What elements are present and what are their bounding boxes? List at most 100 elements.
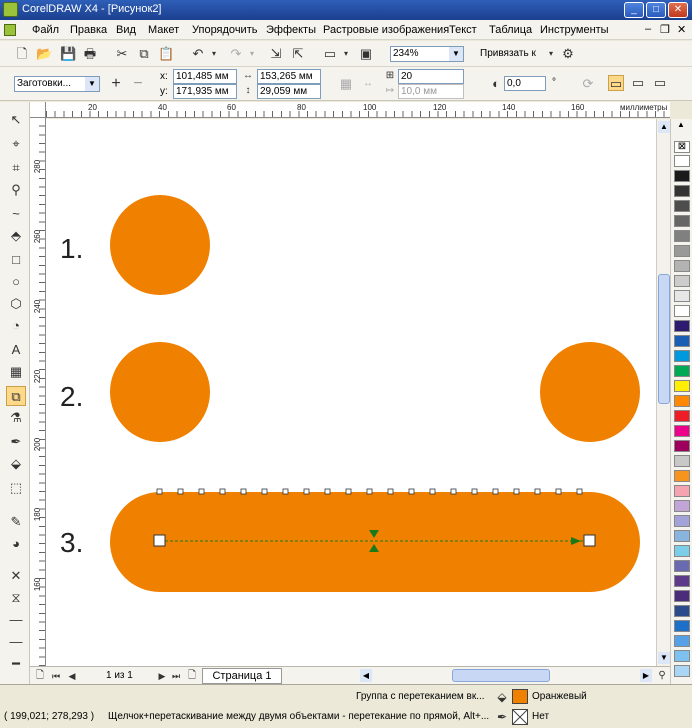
pick-tool-icon[interactable]: ↖ (6, 110, 26, 130)
blend-start-handle[interactable] (153, 534, 166, 547)
copy-icon[interactable]: ⧉ (136, 46, 152, 62)
color-swatch[interactable] (674, 425, 690, 437)
color-swatch[interactable] (674, 560, 690, 572)
export-icon[interactable]: ⇱ (290, 46, 306, 62)
x-position-field[interactable]: 101,485 мм (173, 69, 237, 84)
blend-end-handle[interactable] (583, 534, 596, 547)
no-outline-swatch[interactable] (512, 709, 528, 725)
options-icon[interactable]: ⚙ (560, 46, 576, 62)
first-page-icon[interactable]: ⏮ (48, 668, 64, 684)
snap-dropdown-icon[interactable]: ▾ (543, 46, 559, 62)
zoom-tool-icon[interactable]: ⚲ (6, 180, 26, 200)
medium-outline-icon[interactable]: — (6, 632, 26, 652)
ellipse-tool-icon[interactable]: ○ (6, 272, 26, 292)
color-swatch[interactable] (674, 320, 690, 332)
save-icon[interactable]: 💾 (60, 46, 76, 62)
color-swatch[interactable] (674, 395, 690, 407)
color-swatch[interactable] (674, 335, 690, 347)
color-swatch[interactable] (674, 620, 690, 632)
blend-steps-field[interactable]: 20 (398, 69, 464, 84)
welcome-screen-icon[interactable]: ▣ (358, 46, 374, 62)
close-button[interactable]: ✕ (668, 2, 688, 18)
open-folder-icon[interactable]: 📂 (36, 46, 52, 62)
height-field[interactable]: 29,059 мм (257, 84, 321, 99)
menu-edit[interactable]: Правка (70, 24, 107, 36)
new-document-icon[interactable]: 🗋 (14, 46, 30, 62)
outline-tool-icon[interactable]: ✒ (6, 432, 26, 452)
color-swatch[interactable] (674, 230, 690, 242)
blend-spacing-icon[interactable]: ↔ (360, 76, 376, 92)
maximize-button[interactable]: □ (646, 2, 666, 18)
no-outline-icon[interactable]: ✕ (6, 566, 26, 586)
scroll-down-icon[interactable]: ▼ (658, 652, 670, 664)
presets-select[interactable]: Заготовки... ▼ (14, 76, 100, 92)
blend-group[interactable] (110, 492, 640, 592)
circle-1[interactable] (110, 195, 210, 295)
application-launcher-icon[interactable]: ▭ (322, 46, 338, 62)
color-swatch[interactable] (674, 590, 690, 602)
thick-outline-icon[interactable]: ━ (6, 654, 26, 674)
horizontal-scroll-thumb[interactable] (452, 669, 550, 682)
scroll-right-icon[interactable]: ▶ (640, 669, 652, 682)
menu-tools[interactable]: Инструменты (540, 24, 609, 36)
zoom-navigator-icon[interactable]: ⚲ (654, 668, 670, 684)
color-swatch[interactable] (674, 635, 690, 647)
color-swatch[interactable] (674, 575, 690, 587)
selection-handles[interactable] (156, 488, 583, 495)
color-swatch[interactable] (674, 245, 690, 257)
chevron-down-icon[interactable]: ▼ (449, 47, 463, 61)
blend-tool-icon[interactable]: ⧉ (6, 386, 26, 406)
color-swatch[interactable] (674, 155, 690, 167)
y-position-field[interactable]: 171,935 мм (173, 84, 237, 99)
crop-tool-icon[interactable]: ⌗ (6, 158, 26, 178)
undo-dropdown-icon[interactable]: ▾ (206, 46, 222, 62)
color-wheel-icon[interactable]: ◕ (6, 534, 26, 554)
zoom-level-select[interactable]: 234% ▼ (390, 46, 464, 62)
scroll-left-icon[interactable]: ◀ (360, 669, 372, 682)
document-nav-icon[interactable]: 🗋 (32, 668, 48, 684)
menu-layout[interactable]: Макет (148, 24, 179, 36)
cut-icon[interactable]: ✂ (114, 46, 130, 62)
color-swatch[interactable] (674, 350, 690, 362)
add-page-icon[interactable]: 🗋 (184, 668, 200, 684)
menu-view[interactable]: Вид (116, 24, 136, 36)
menu-table[interactable]: Таблица (489, 24, 532, 36)
hairline-outline-icon[interactable]: ⧖ (6, 588, 26, 608)
color-swatch[interactable] (674, 200, 690, 212)
minimize-button[interactable]: _ (624, 2, 644, 18)
width-field[interactable]: 153,265 мм (257, 69, 321, 84)
vertical-scroll-thumb[interactable] (658, 274, 670, 404)
blend-shape[interactable] (110, 492, 640, 592)
eyedropper-tool-icon[interactable]: ⚗ (6, 408, 26, 428)
interactive-fill-tool-icon[interactable]: ⬚ (6, 478, 26, 498)
color-swatch[interactable] (674, 260, 690, 272)
menu-file[interactable]: Файл (32, 24, 59, 36)
menu-arrange[interactable]: Упорядочить (192, 24, 257, 36)
blend-direction-icon[interactable]: ▦ (338, 76, 354, 92)
color-swatch[interactable] (674, 410, 690, 422)
circle-2-right[interactable] (540, 342, 640, 442)
color-swatch[interactable] (674, 440, 690, 452)
clockwise-blend-icon[interactable]: ▭ (630, 75, 646, 91)
counterclockwise-blend-icon[interactable]: ▭ (652, 75, 668, 91)
color-swatch[interactable] (674, 380, 690, 392)
fill-tool-icon[interactable]: ⬙ (6, 454, 26, 474)
doc-minimize-button[interactable]: – (645, 23, 651, 35)
horizontal-ruler[interactable]: 20 40 60 80 100 120 140 160 миллиметры (46, 102, 670, 118)
color-swatch[interactable] (674, 470, 690, 482)
color-swatch[interactable] (674, 365, 690, 377)
scroll-up-icon[interactable]: ▲ (658, 121, 670, 133)
previous-page-icon[interactable]: ◀ (64, 668, 80, 684)
color-swatch[interactable] (674, 665, 690, 677)
document-icon[interactable] (4, 24, 16, 36)
color-swatch[interactable] (674, 185, 690, 197)
vertical-ruler[interactable]: 280 260 240 220 200 180 160 (30, 118, 46, 666)
color-swatch[interactable] (674, 650, 690, 662)
blend-rotation-field[interactable]: 0,0 (504, 76, 546, 91)
polygon-tool-icon[interactable]: ⬡ (6, 294, 26, 314)
color-swatch[interactable] (674, 275, 690, 287)
add-preset-icon[interactable]: + (108, 76, 124, 92)
loop-blend-icon[interactable]: ⟳ (580, 76, 596, 92)
tab-page-1[interactable]: Страница 1 (202, 668, 282, 684)
text-tool-icon[interactable]: A (6, 340, 26, 360)
